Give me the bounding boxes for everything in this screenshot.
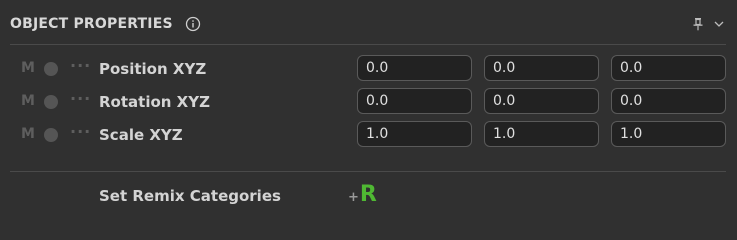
position-y-field[interactable]: 0.0 (484, 55, 599, 81)
position-z-field[interactable]: 0.0 (611, 55, 726, 81)
remix-categories-label: Set Remix Categories (99, 187, 281, 205)
more-options-icon[interactable]: ··· (70, 89, 91, 108)
info-icon[interactable] (185, 16, 201, 32)
property-label: Position XYZ (99, 60, 207, 78)
keyframe-dot-icon[interactable] (44, 62, 58, 76)
scale-x-field[interactable]: 1.0 (357, 121, 472, 147)
property-row-position: M ··· Position XYZ 0.0 0.0 0.0 (0, 55, 737, 83)
pin-icon[interactable] (692, 17, 704, 31)
header-divider (10, 44, 726, 45)
property-label: Rotation XYZ (99, 93, 210, 111)
keyframe-dot-icon[interactable] (44, 95, 58, 109)
modifier-toggle[interactable]: M (21, 93, 35, 109)
property-row-rotation: M ··· Rotation XYZ 0.0 0.0 0.0 (0, 88, 737, 116)
rotation-z-field[interactable]: 0.0 (611, 88, 726, 114)
remix-r-icon: R (359, 182, 377, 207)
property-label: Scale XYZ (99, 126, 183, 144)
object-properties-panel: OBJECT PROPERTIES M ··· Position XYZ 0.0… (0, 0, 737, 226)
plus-icon: + (348, 190, 359, 205)
scale-z-field[interactable]: 1.0 (611, 121, 726, 147)
keyframe-dot-icon[interactable] (44, 128, 58, 142)
more-options-icon[interactable]: ··· (70, 122, 91, 141)
rotation-x-field[interactable]: 0.0 (357, 88, 472, 114)
more-options-icon[interactable]: ··· (70, 56, 91, 75)
panel-header[interactable]: OBJECT PROPERTIES (10, 10, 730, 38)
property-row-scale: M ··· Scale XYZ 1.0 1.0 1.0 (0, 121, 737, 149)
position-x-field[interactable]: 0.0 (357, 55, 472, 81)
modifier-toggle[interactable]: M (21, 126, 35, 142)
modifier-toggle[interactable]: M (21, 60, 35, 76)
rotation-y-field[interactable]: 0.0 (484, 88, 599, 114)
panel-title: OBJECT PROPERTIES (10, 16, 173, 32)
scale-y-field[interactable]: 1.0 (484, 121, 599, 147)
chevron-down-icon[interactable] (714, 20, 724, 28)
section-divider (10, 171, 726, 172)
add-remix-category-button[interactable]: + R (348, 182, 377, 207)
